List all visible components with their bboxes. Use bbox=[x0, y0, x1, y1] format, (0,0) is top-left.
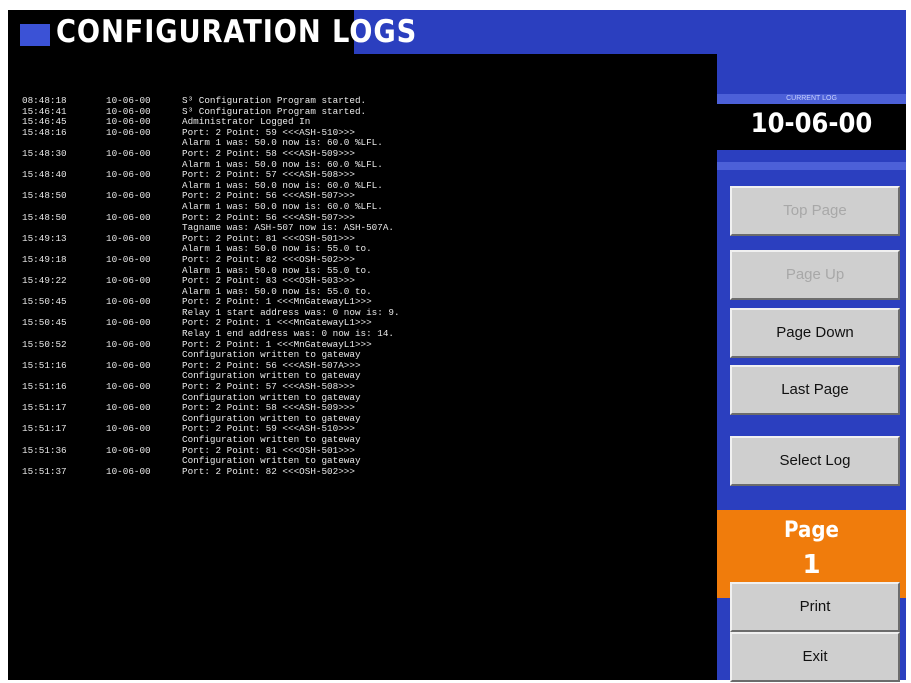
log-time: 15:50:52 bbox=[22, 338, 67, 350]
log-time: 15:49:18 bbox=[22, 253, 67, 265]
print-button[interactable]: Print bbox=[730, 582, 900, 632]
log-date: 10-06-00 bbox=[106, 338, 151, 350]
current-log-label: CURRENT LOG bbox=[786, 95, 837, 102]
log-detail: Configuration written to gateway bbox=[182, 434, 361, 445]
title-tab: CONFIGURATION LOGS bbox=[8, 10, 416, 54]
log-time: 15:49:13 bbox=[22, 232, 67, 244]
log-time: 15:48:40 bbox=[22, 169, 67, 181]
log-time: 08:48:18 bbox=[22, 95, 67, 106]
log-row: 15:51:17 10-06-00 Port: 2 Point: 58 <<<ASH… bbox=[22, 403, 712, 414]
page-number: 1 bbox=[802, 550, 821, 580]
page-up-button[interactable]: Page Up bbox=[730, 250, 900, 300]
log-date: 10-06-00 bbox=[106, 190, 151, 202]
log-date: 10-06-00 bbox=[106, 444, 151, 456]
log-date: 10-06-00 bbox=[106, 423, 151, 435]
last-page-button[interactable]: Last Page bbox=[730, 365, 900, 415]
log-list: 08:48:18 10-06-00 S³ Configuration Program… bbox=[22, 95, 712, 676]
log-row: Configuration written to gateway bbox=[22, 434, 712, 446]
log-time: 15:51:16 bbox=[22, 359, 67, 371]
log-time: 15:51:17 bbox=[22, 402, 67, 414]
log-row: 15:49:18 10-06-00 Port: 2 Point: 82 <<<OSH… bbox=[22, 253, 712, 266]
log-date: 10-06-00 bbox=[106, 359, 151, 371]
page-down-button[interactable]: Page Down bbox=[730, 308, 900, 358]
log-text: Port: 2 Point: 58 <<<ASH-509>>> bbox=[182, 147, 355, 159]
exit-button[interactable]: Exit bbox=[730, 632, 900, 682]
log-date: 10-06-00 bbox=[106, 317, 151, 329]
log-time: 15:49:22 bbox=[22, 275, 67, 287]
log-time: 15:48:16 bbox=[22, 126, 67, 138]
log-row: 15:51:37 10-06-00 Port: 2 Point: 82 <<<OSH… bbox=[22, 465, 712, 478]
log-row: 15:51:36 10-06-00 Port: 2 Point: 81 <<<OSH… bbox=[22, 444, 712, 457]
log-detail: Alarm 1 was: 50.0 now is: 60.0 %LFL. bbox=[182, 200, 383, 212]
log-date: 10-06-00 bbox=[106, 169, 151, 181]
log-row: 15:50:52 10-06-00 Port: 2 Point: 1 <<<MnGa… bbox=[22, 338, 712, 351]
log-time: 15:48:50 bbox=[22, 190, 67, 202]
screen: CONFIGURATION LOGS 08:48:18 10-06-00 S³ Co… bbox=[8, 10, 906, 682]
log-row: 15:51:17 10-06-00 Port: 2 Point: 59 <<<ASH… bbox=[22, 424, 712, 435]
current-log-box: 10-06-00 bbox=[717, 104, 906, 150]
page-title: CONFIGURATION LOGS bbox=[56, 14, 418, 50]
log-time: 15:51:36 bbox=[22, 444, 67, 456]
log-text: S³ Configuration Program started. bbox=[182, 95, 367, 106]
page-label: Page bbox=[784, 518, 839, 543]
log-time: 15:48:30 bbox=[22, 147, 67, 159]
log-date: 10-06-00 bbox=[106, 275, 151, 287]
log-time: 15:50:45 bbox=[22, 317, 67, 329]
log-date: 10-06-00 bbox=[106, 211, 151, 223]
current-log-value: 10-06-00 bbox=[750, 108, 873, 139]
title-marker-icon bbox=[20, 24, 50, 46]
log-row: 15:51:16 10-06-00 Port: 2 Point: 56 <<<ASH… bbox=[22, 359, 712, 372]
log-row: 15:48:30 10-06-00 Port: 2 Point: 58 <<<ASH… bbox=[22, 147, 712, 160]
log-date: 10-06-00 bbox=[106, 126, 151, 138]
log-date: 10-06-00 bbox=[106, 232, 151, 244]
log-date: 10-06-00 bbox=[106, 147, 151, 159]
log-date: 10-06-00 bbox=[106, 296, 151, 308]
log-date: 10-06-00 bbox=[106, 253, 151, 265]
panel-divider bbox=[717, 162, 906, 170]
select-log-button[interactable]: Select Log bbox=[730, 436, 900, 486]
log-row: 15:51:16 10-06-00 Port: 2 Point: 57 <<<ASH… bbox=[22, 381, 712, 393]
control-panel: CURRENT LOG 10-06-00 Top Page Page Up Pa… bbox=[717, 54, 906, 682]
log-time: 15:50:45 bbox=[22, 296, 67, 308]
log-time: 15:51:16 bbox=[22, 381, 67, 393]
log-text: Port: 2 Point: 82 <<<OSH-502>>> bbox=[182, 465, 355, 477]
log-time: 15:51:37 bbox=[22, 465, 67, 477]
log-time: 15:51:17 bbox=[22, 423, 67, 435]
log-text: Port: 2 Point: 82 <<<OSH-502>>> bbox=[182, 253, 355, 265]
log-date: 10-06-00 bbox=[106, 402, 151, 414]
top-page-button[interactable]: Top Page bbox=[730, 186, 900, 236]
log-row: Alarm 1 was: 50.0 now is: 60.0 %LFL. bbox=[22, 200, 712, 213]
log-date: 10-06-00 bbox=[106, 381, 151, 393]
log-row: 08:48:18 10-06-00 S³ Configuration Program… bbox=[22, 95, 712, 107]
log-time: 15:48:50 bbox=[22, 211, 67, 223]
log-date: 10-06-00 bbox=[106, 95, 151, 106]
log-date: 10-06-00 bbox=[106, 465, 151, 477]
